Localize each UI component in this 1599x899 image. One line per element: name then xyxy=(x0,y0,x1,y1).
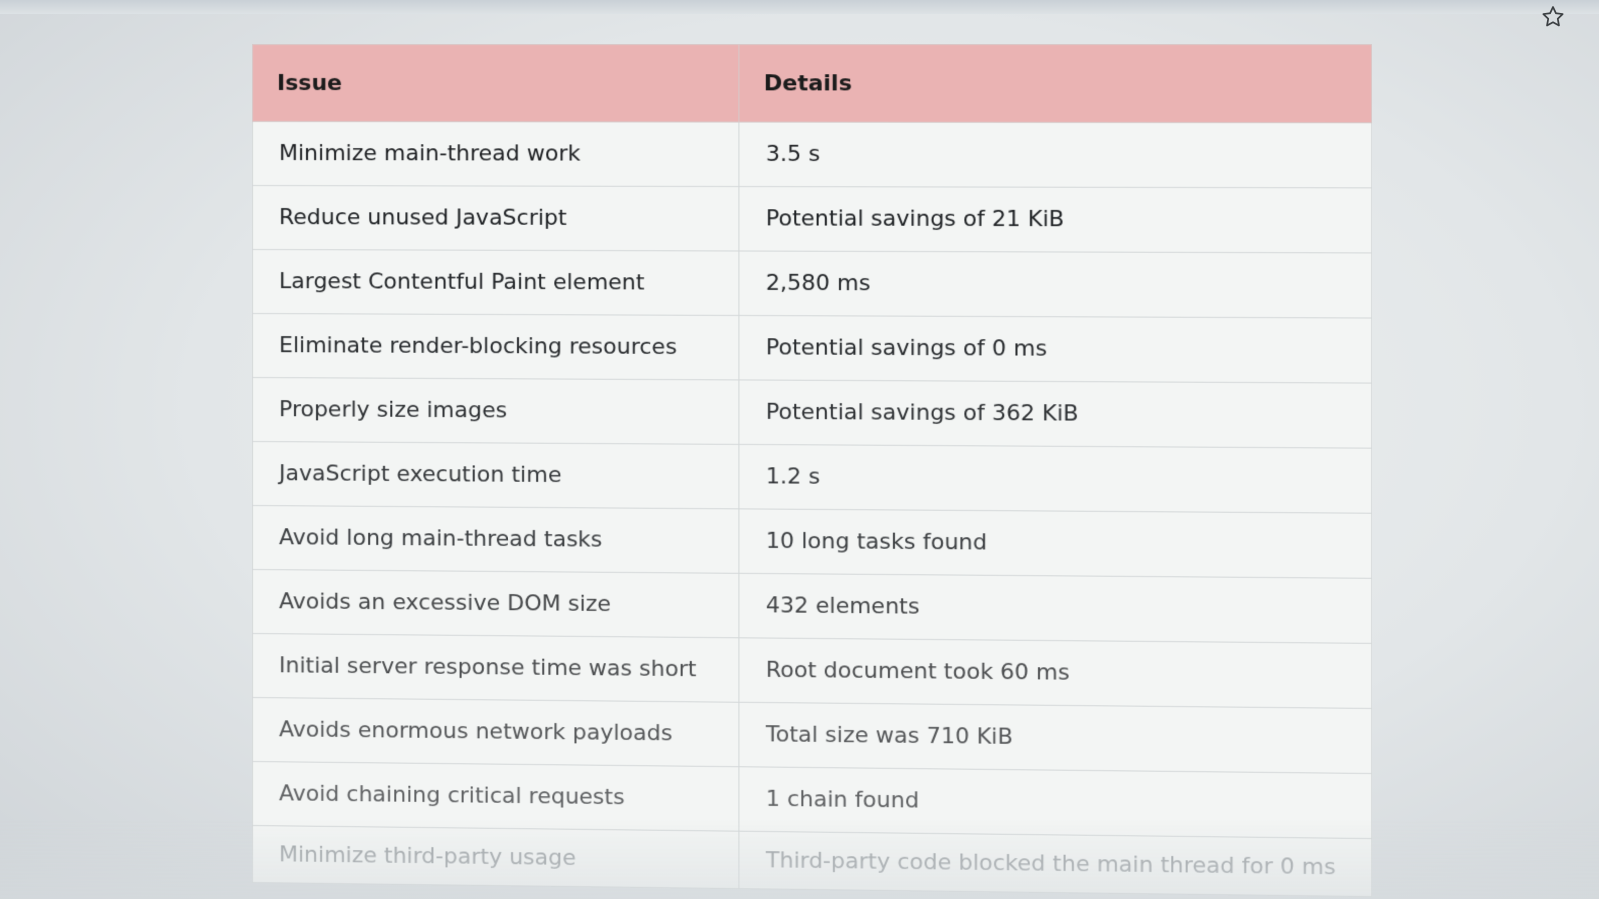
issue-cell: Avoid chaining critical requests xyxy=(252,761,739,832)
audit-table: Issue Details Minimize main-thread work … xyxy=(252,44,1373,898)
details-cell: Third-party code blocked the main thread… xyxy=(738,831,1372,897)
table-row: Minimize main-thread work 3.5 s xyxy=(252,121,1372,188)
issue-cell: Avoids an excessive DOM size xyxy=(252,569,739,638)
issue-cell: Largest Contentful Paint element xyxy=(252,249,739,316)
column-header-issue: Issue xyxy=(252,44,739,123)
column-header-details: Details xyxy=(738,44,1372,123)
table-row: Avoid long main-thread tasks 10 long tas… xyxy=(252,505,1372,579)
details-cell: Potential savings of 362 KiB xyxy=(738,379,1372,449)
details-cell: 1.2 s xyxy=(738,444,1372,514)
details-cell: Potential savings of 21 KiB xyxy=(738,186,1372,253)
details-cell: Potential savings of 0 ms xyxy=(738,315,1372,384)
details-cell: 2,580 ms xyxy=(738,250,1372,319)
browser-top-bar xyxy=(0,0,1599,14)
details-cell: 1 chain found xyxy=(738,766,1372,839)
details-cell: 432 elements xyxy=(738,573,1372,644)
table-header-row: Issue Details xyxy=(252,44,1372,123)
issue-cell: Properly size images xyxy=(252,377,739,445)
details-cell: Total size was 710 KiB xyxy=(738,702,1372,774)
issue-cell: JavaScript execution time xyxy=(252,441,739,509)
details-cell: 3.5 s xyxy=(738,122,1372,188)
issue-cell: Initial server response time was short xyxy=(252,633,739,703)
screen: Issue Details Minimize main-thread work … xyxy=(0,0,1599,899)
table-row: Minimize third-party usage Third-party c… xyxy=(252,825,1372,897)
table-row: Initial server response time was short R… xyxy=(252,633,1372,709)
issue-cell: Avoids enormous network payloads xyxy=(252,697,739,767)
table-row: Largest Contentful Paint element 2,580 m… xyxy=(252,249,1372,319)
issue-cell: Eliminate render-blocking resources xyxy=(252,313,739,380)
bookmark-button[interactable] xyxy=(1536,2,1570,36)
issue-cell: Reduce unused JavaScript xyxy=(252,185,739,251)
table-row: Avoids enormous network payloads Total s… xyxy=(252,697,1372,774)
table-row: JavaScript execution time 1.2 s xyxy=(252,441,1372,514)
table-row: Reduce unused JavaScript Potential savin… xyxy=(252,185,1372,253)
details-cell: 10 long tasks found xyxy=(738,508,1372,579)
issue-cell: Minimize third-party usage xyxy=(252,825,739,889)
table-row: Eliminate render-blocking resources Pote… xyxy=(252,313,1372,384)
issue-cell: Minimize main-thread work xyxy=(252,121,739,187)
audit-table-container: Issue Details Minimize main-thread work … xyxy=(252,44,1373,898)
details-cell: Root document took 60 ms xyxy=(738,637,1372,709)
star-icon xyxy=(1540,4,1566,34)
table-row: Properly size images Potential savings o… xyxy=(252,377,1372,449)
table-row: Avoids an excessive DOM size 432 element… xyxy=(252,569,1372,644)
issue-cell: Avoid long main-thread tasks xyxy=(252,505,739,574)
